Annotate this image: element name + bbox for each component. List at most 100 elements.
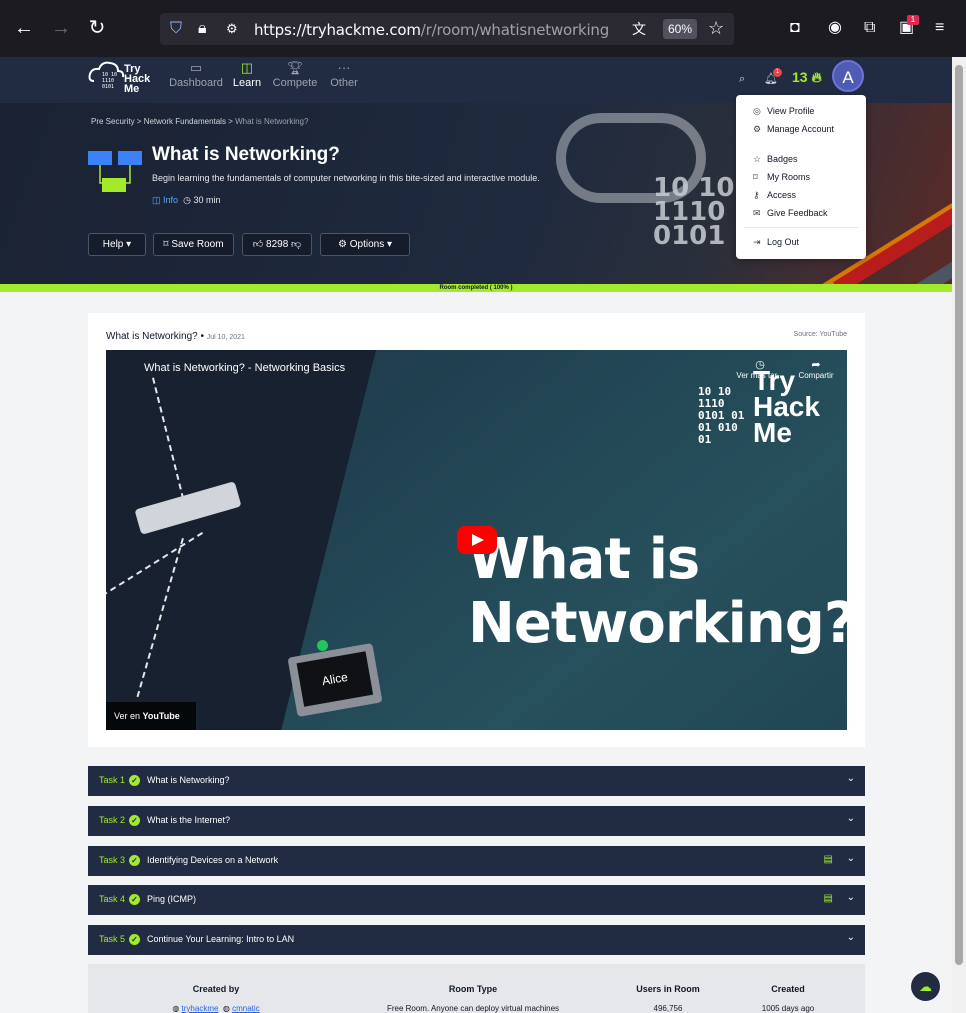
trophy-icon: 🏆︎ <box>286 60 304 75</box>
creator-link[interactable]: tryhackme <box>182 1004 219 1013</box>
feedback-icon: ✉ <box>753 208 761 218</box>
chat-icon: ☁ <box>919 979 932 994</box>
network-link <box>136 538 184 698</box>
check-icon: ✓ <box>129 934 140 945</box>
star-bookmark-icon[interactable]: ☆ <box>708 18 724 38</box>
breadcrumb-link[interactable]: Network Fundamentals <box>144 117 226 126</box>
task-row[interactable]: Task 5 ✓ Continue Your Learning: Intro to… <box>88 925 865 955</box>
nav-dashboard[interactable]: ▭ Dashboard <box>168 59 224 89</box>
notification-badge: 1 <box>773 68 782 77</box>
save-room-button[interactable]: ⌑ Save Room <box>153 233 234 256</box>
video-source: Source: YouTube <box>793 331 847 338</box>
scrollbar-thumb[interactable] <box>955 65 963 965</box>
key-icon: ⚷ <box>753 190 760 200</box>
menu-item-manage-account[interactable]: ⚙ Manage Account <box>753 124 834 135</box>
permissions-icon[interactable]: ⚙ <box>226 19 238 39</box>
video-logo-binary: 10 10 1110 0101 01 01 010 01 <box>698 385 745 446</box>
menu-icon[interactable]: ≡ <box>935 18 944 38</box>
video-player[interactable]: Alice What is Networking? - Networking B… <box>106 350 847 730</box>
menu-item-give-feedback[interactable]: ✉ Give Feedback <box>753 208 828 219</box>
network-link <box>106 532 204 624</box>
like-count: 8298 <box>266 239 289 250</box>
forward-arrow-icon[interactable]: → <box>49 16 73 40</box>
room-progress-bar: Room completed ( 100% ) <box>0 284 952 292</box>
gear-icon: ⚙ <box>753 124 762 134</box>
help-button[interactable]: Help ▾ <box>88 233 146 256</box>
pocket-icon[interactable]: ◘ <box>790 18 800 38</box>
clock-icon: ◷ <box>183 195 191 205</box>
chevron-down-icon[interactable]: ⌄ <box>847 853 855 864</box>
video-title[interactable]: What is Networking? - Networking Basics <box>144 362 345 374</box>
zoom-level[interactable]: 60% <box>663 19 697 39</box>
like-dislike-group: 👍︎ 8298 👎︎ <box>242 233 312 256</box>
info-link[interactable]: ◫ Info <box>152 195 178 205</box>
translate-icon[interactable]: 文 <box>632 19 646 39</box>
streak-count[interactable]: 13 🔥︎ <box>792 69 822 86</box>
scrollbar[interactable] <box>952 57 966 1013</box>
creator-link[interactable]: cmnatic <box>232 1004 260 1013</box>
url-text[interactable]: https://tryhackme.com/r/room/whatisnetwo… <box>254 21 609 39</box>
task-row[interactable]: Task 4 ✓ Ping (ICMP) ▤ ⌄ <box>88 885 865 915</box>
video-headline: What is Networking? <box>468 527 847 656</box>
badge-icon: ☆ <box>753 154 762 164</box>
menu-item-my-rooms[interactable]: ⌑ My Rooms <box>753 172 810 183</box>
chat-button[interactable]: ☁ <box>911 972 940 1001</box>
address-bar[interactable]: ⛉ 🔒︎ ⚙ https://tryhackme.com/r/room/what… <box>160 13 734 45</box>
stat-room-type: Room Type Free Room. Anyone can deploy vi… <box>386 984 560 1013</box>
check-icon: ✓ <box>129 894 140 905</box>
watch-later-button[interactable]: ◷ Ver más tar... <box>734 358 786 380</box>
chevron-down-icon[interactable]: ⌄ <box>847 892 855 903</box>
chevron-down-icon[interactable]: ⌄ <box>847 773 855 784</box>
svg-text:0101: 0101 <box>102 84 114 90</box>
menu-item-badges[interactable]: ☆ Badges <box>753 154 798 165</box>
gear-icon: ⚙ <box>337 239 347 250</box>
tryhackme-logo[interactable]: 10 10 1110 0101 Try Hack Me <box>88 57 160 97</box>
reload-icon[interactable]: ↻ <box>85 16 109 40</box>
avatar: ◍ <box>172 1004 180 1013</box>
more-icon: ··· <box>337 60 351 75</box>
shield-icon[interactable]: ⛉ <box>170 19 182 39</box>
chevron-down-icon[interactable]: ⌄ <box>847 932 855 943</box>
search-icon[interactable]: ⌕ <box>739 69 745 89</box>
options-button[interactable]: ⚙ Options ▾ <box>320 233 410 256</box>
task-row[interactable]: Task 2 ✓ What is the Internet? ⌄ <box>88 806 865 836</box>
chevron-down-icon[interactable]: ⌄ <box>847 813 855 824</box>
breadcrumb-link[interactable]: Pre Security <box>91 117 135 126</box>
thumbs-down-icon[interactable]: 👎︎ <box>291 239 301 250</box>
task-row[interactable]: Task 1 ✓ What is Networking? ⌄ <box>88 766 865 796</box>
video-card: What is Networking? • Jul 10, 2021 Sourc… <box>88 313 865 747</box>
check-icon: ✓ <box>129 815 140 826</box>
room-description: Begin learning the fundamentals of compu… <box>152 173 540 183</box>
thumbs-up-icon[interactable]: 👍︎ <box>253 239 263 250</box>
user-icon: ◎ <box>753 106 761 116</box>
cloud-logo-icon: 10 10 1110 0101 <box>88 61 125 90</box>
clock-icon: ◷ <box>755 359 765 371</box>
play-button[interactable] <box>457 526 497 554</box>
machine-icon: ▤ <box>823 854 833 865</box>
nav-other[interactable]: ··· Other <box>316 59 372 89</box>
machine-icon: ▤ <box>823 893 833 904</box>
avatar[interactable]: A <box>832 60 864 92</box>
extensions-icon[interactable]: ⧉ <box>864 18 875 38</box>
account-icon[interactable]: ◉ <box>828 18 842 38</box>
menu-item-log-out[interactable]: ⇥ Log Out <box>753 237 799 248</box>
room-network-icon <box>88 151 142 192</box>
share-button[interactable]: ➦ Compartir <box>790 358 842 380</box>
task-row[interactable]: Task 3 ✓ Identifying Devices on a Network… <box>88 846 865 876</box>
logo-word: Me <box>124 83 140 95</box>
nav-compete[interactable]: 🏆︎ Compete <box>267 59 323 89</box>
menu-item-access[interactable]: ⚷ Access <box>753 190 796 201</box>
back-arrow-icon[interactable]: ← <box>12 16 36 40</box>
watch-on-youtube[interactable]: Ver en YouTube <box>106 702 196 730</box>
monitor-icon: ▭ <box>189 60 203 75</box>
menu-item-view-profile[interactable]: ◎ View Profile <box>753 106 814 117</box>
youtube-logo: YouTube <box>142 711 180 721</box>
check-icon: ✓ <box>129 775 140 786</box>
room-meta: ◫ Info ◷ 30 min <box>152 195 220 206</box>
logout-icon: ⇥ <box>753 237 761 247</box>
monitor-label: Alice <box>296 651 374 707</box>
book-icon: ◫ <box>152 195 161 205</box>
lock-icon[interactable]: 🔒︎ <box>198 19 207 39</box>
bookmark-icon: ⌑ <box>753 172 758 182</box>
flame-icon: 🔥︎ <box>811 69 822 85</box>
